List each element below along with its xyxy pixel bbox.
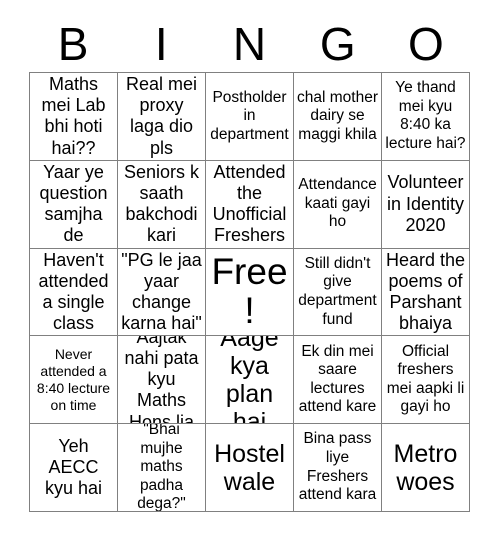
bingo-cell-text: Haven't attended a single class	[38, 249, 109, 334]
bingo-cell-r5c4[interactable]: Bina pass liye Freshers attend kara	[294, 424, 382, 512]
bingo-header: B I N G O	[29, 16, 470, 72]
bingo-cell-r5c1[interactable]: Yeh AECC kyu hai	[30, 424, 118, 512]
bingo-cell-text: Official freshers mei aapki li gayi ho	[386, 342, 465, 416]
bingo-cell-r2c1[interactable]: Yaar ye question samjha de	[30, 160, 118, 249]
bingo-cell-text: Real mei proxy laga dio pls	[125, 73, 198, 158]
bingo-cell-text: Never attended a 8:40 lecture on time	[36, 346, 111, 413]
bingo-cell-text: Free!	[211, 251, 288, 331]
bingo-header-letter-b: B	[57, 18, 89, 70]
bingo-cell-r1c3[interactable]: Postholder in department	[206, 73, 294, 161]
bingo-cell-r1c1[interactable]: Maths mei Lab bhi hoti hai??	[30, 73, 118, 161]
bingo-header-letter-i: I	[154, 18, 168, 70]
bingo-cell-r4c1[interactable]: Never attended a 8:40 lecture on time	[30, 336, 118, 425]
bingo-cell-text: Heard the poems of Parshant bhaiya	[385, 249, 466, 334]
bingo-cell-text: Seniors k saath bakchodi kari	[123, 161, 200, 246]
bingo-cell-text: Yaar ye question samjha de	[39, 161, 108, 246]
bingo-header-letter-o: O	[408, 18, 444, 70]
bingo-cell-r3c2[interactable]: "PG le jaa yaar change karna hai"	[118, 248, 206, 337]
bingo-cell-r5c3[interactable]: Hostel wale	[206, 424, 294, 512]
bingo-cell-free-space[interactable]: Free!	[206, 248, 294, 337]
bingo-cell-text: "PG le jaa yaar change karna hai"	[121, 249, 202, 334]
bingo-cell-r2c2[interactable]: Seniors k saath bakchodi kari	[118, 160, 206, 249]
bingo-cell-r5c5[interactable]: Metro woes	[382, 424, 470, 512]
bingo-cell-r5c2[interactable]: "Bhai mujhe maths padha dega?"	[118, 424, 206, 512]
bingo-grid: Maths mei Lab bhi hoti hai?? Real mei pr…	[29, 72, 470, 512]
bingo-cell-text: Maths mei Lab bhi hoti hai??	[41, 73, 106, 158]
bingo-header-letter-n: N	[232, 18, 267, 70]
bingo-cell-text: Attendance kaati gayi ho	[298, 176, 377, 231]
bingo-cell-text: Ye thand mei kyu 8:40 ka lecture hai?	[385, 79, 466, 152]
bingo-cell-text: Hostel wale	[214, 439, 285, 496]
bingo-cell-text: Aajtak nahi pata kyu Maths Hons lia	[124, 336, 199, 425]
bingo-cell-text: Aage kya plan hai	[220, 336, 279, 425]
bingo-cell-text: Attended the Unofficial Freshers	[212, 161, 287, 246]
bingo-cell-r4c5[interactable]: Official freshers mei aapki li gayi ho	[382, 336, 470, 425]
bingo-cell-text: Metro woes	[393, 439, 458, 496]
bingo-cell-r4c3[interactable]: Aage kya plan hai	[206, 336, 294, 425]
bingo-cell-text: chal mother dairy se maggi khila	[297, 88, 378, 143]
bingo-cell-r4c4[interactable]: Ek din mei saare lectures attend kare	[294, 336, 382, 425]
bingo-cell-text: Still didn't give department fund	[298, 254, 377, 328]
bingo-cell-text: "Bhai mujhe maths padha dega?"	[137, 424, 186, 512]
bingo-cell-r2c3[interactable]: Attended the Unofficial Freshers	[206, 160, 294, 249]
bingo-cell-r3c5[interactable]: Heard the poems of Parshant bhaiya	[382, 248, 470, 337]
bingo-cell-r3c4[interactable]: Still didn't give department fund	[294, 248, 382, 337]
bingo-cell-text: Bina pass liye Freshers attend kara	[298, 430, 377, 504]
bingo-cell-text: Ek din mei saare lectures attend kare	[298, 342, 377, 416]
bingo-cell-r1c2[interactable]: Real mei proxy laga dio pls	[118, 73, 206, 161]
bingo-cell-r2c4[interactable]: Attendance kaati gayi ho	[294, 160, 382, 249]
bingo-cell-r1c5[interactable]: Ye thand mei kyu 8:40 ka lecture hai?	[382, 73, 470, 161]
bingo-cell-text: Volunteer in Identity 2020	[386, 172, 465, 235]
bingo-cell-text: Yeh AECC kyu hai	[44, 435, 103, 499]
bingo-cell-r4c2[interactable]: Aajtak nahi pata kyu Maths Hons lia	[118, 336, 206, 425]
bingo-card: B I N G O Maths mei Lab bhi hoti hai?? R…	[0, 0, 500, 544]
bingo-cell-text: Postholder in department	[210, 88, 289, 143]
bingo-cell-r2c5[interactable]: Volunteer in Identity 2020	[382, 160, 470, 249]
bingo-cell-r1c4[interactable]: chal mother dairy se maggi khila	[294, 73, 382, 161]
bingo-cell-r3c1[interactable]: Haven't attended a single class	[30, 248, 118, 337]
bingo-header-letter-g: G	[319, 18, 356, 70]
